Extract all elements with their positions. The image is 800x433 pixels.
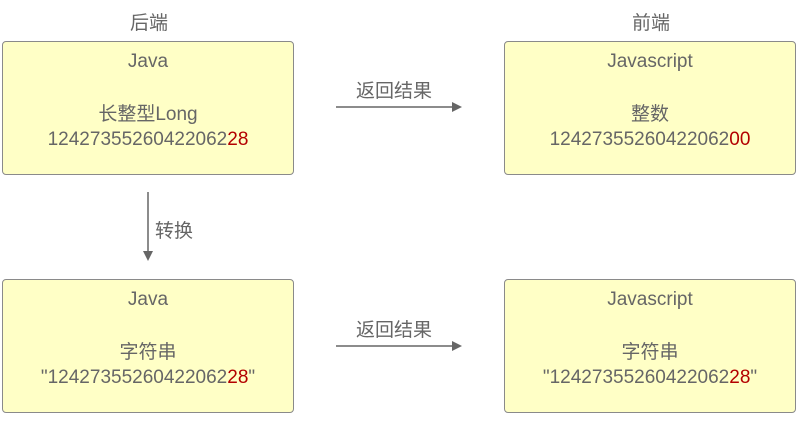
- return-label-bottom: 返回结果: [356, 320, 433, 341]
- arrowhead-icon: [452, 102, 462, 112]
- arrowhead-icon: [452, 341, 462, 351]
- return-label-top: 返回结果: [356, 81, 433, 102]
- convert-label: 转换: [155, 221, 194, 242]
- arrowhead-icon: [143, 251, 153, 261]
- arrows-layer: [143, 102, 462, 351]
